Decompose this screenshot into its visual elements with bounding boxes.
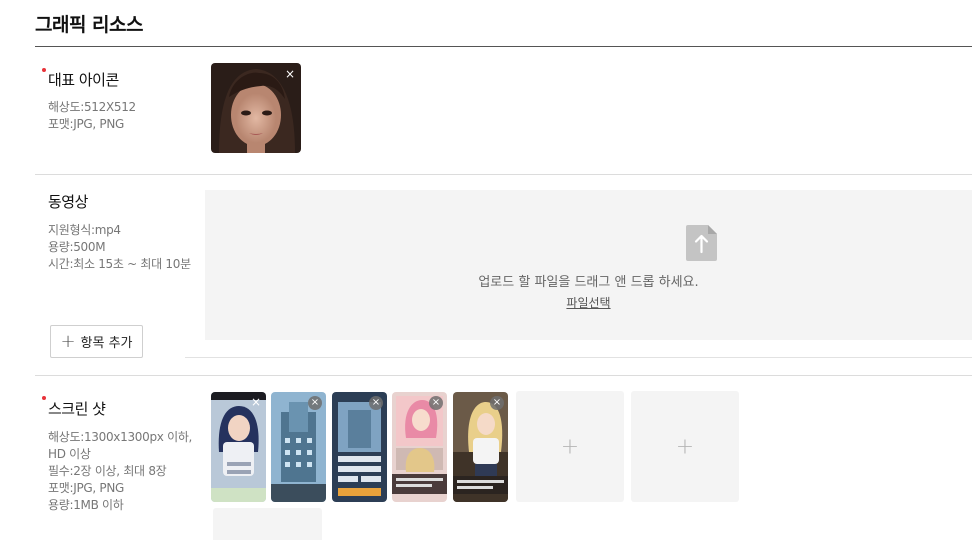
video-info: 지원형식:mp4 용량:500M 시간:최소 15초 ~ 최대 10분 [48,222,191,273]
remove-screenshot-button[interactable]: × [251,396,261,408]
screenshot-thumbnail[interactable]: × [211,392,266,502]
remove-screenshot-button[interactable]: × [369,396,383,410]
add-screenshot-slot[interactable] [213,508,322,540]
screenshot-info: 해상도:1300x1300px 이하, HD 이상 필수:2장 이상, 최대 8… [48,429,192,514]
section-title: 그래픽 리소스 [35,14,144,36]
icon-resolution: 해상도:512X512 [48,100,136,114]
row-divider [35,174,972,175]
video-dropzone[interactable] [205,190,972,340]
subrow-divider [185,357,972,358]
add-item-label: 항목 추가 [80,336,133,351]
icon-label: 대표 아이콘 [48,71,119,89]
title-divider [35,46,972,47]
screenshot-format: 포맷:JPG, PNG [48,481,125,495]
plus-icon: + [560,434,580,459]
file-upload-icon [686,225,717,261]
icon-format: 포맷:JPG, PNG [48,117,125,131]
file-select-link[interactable]: 파일선택 [566,296,610,310]
dropzone-instruction: 업로드 할 파일을 드래그 앤 드롭 하세요. [478,275,699,290]
screenshot-thumbnail[interactable]: × [453,392,508,502]
remove-screenshot-button[interactable]: × [490,396,504,410]
screenshot-thumbnail[interactable]: × [392,392,447,502]
screenshot-resolution-min: HD 이상 [48,447,91,461]
screenshot-label: 스크린 샷 [48,400,106,418]
add-item-button[interactable]: + 항목 추가 [50,325,143,358]
screenshot-thumbnail[interactable]: × [332,392,387,502]
screenshot-size: 용량:1MB 이하 [48,498,124,512]
screenshot-count-rule: 필수:2장 이상, 최대 8장 [48,464,167,478]
remove-screenshot-button[interactable]: × [429,396,443,410]
video-label: 동영상 [48,193,88,211]
add-screenshot-slot[interactable]: + [516,391,624,502]
add-screenshot-slot[interactable]: + [631,391,739,502]
required-indicator [42,396,46,400]
video-format: 지원형식:mp4 [48,223,121,237]
remove-screenshot-button[interactable]: × [308,396,322,410]
plus-icon: + [675,434,695,459]
icon-info: 해상도:512X512 포맷:JPG, PNG [48,99,136,133]
required-indicator [42,68,46,72]
video-duration: 시간:최소 15초 ~ 최대 10분 [48,257,191,271]
icon-thumbnail[interactable]: × [211,63,301,153]
screenshot-thumbnail[interactable]: × [271,392,326,502]
row-divider [35,375,972,376]
plus-icon: + [60,330,76,352]
remove-icon-button[interactable]: × [285,68,295,80]
video-size: 용량:500M [48,240,106,254]
screenshot-resolution: 해상도:1300x1300px 이하, [48,430,193,444]
file-select-wrapper: 파일선택 [205,294,972,311]
